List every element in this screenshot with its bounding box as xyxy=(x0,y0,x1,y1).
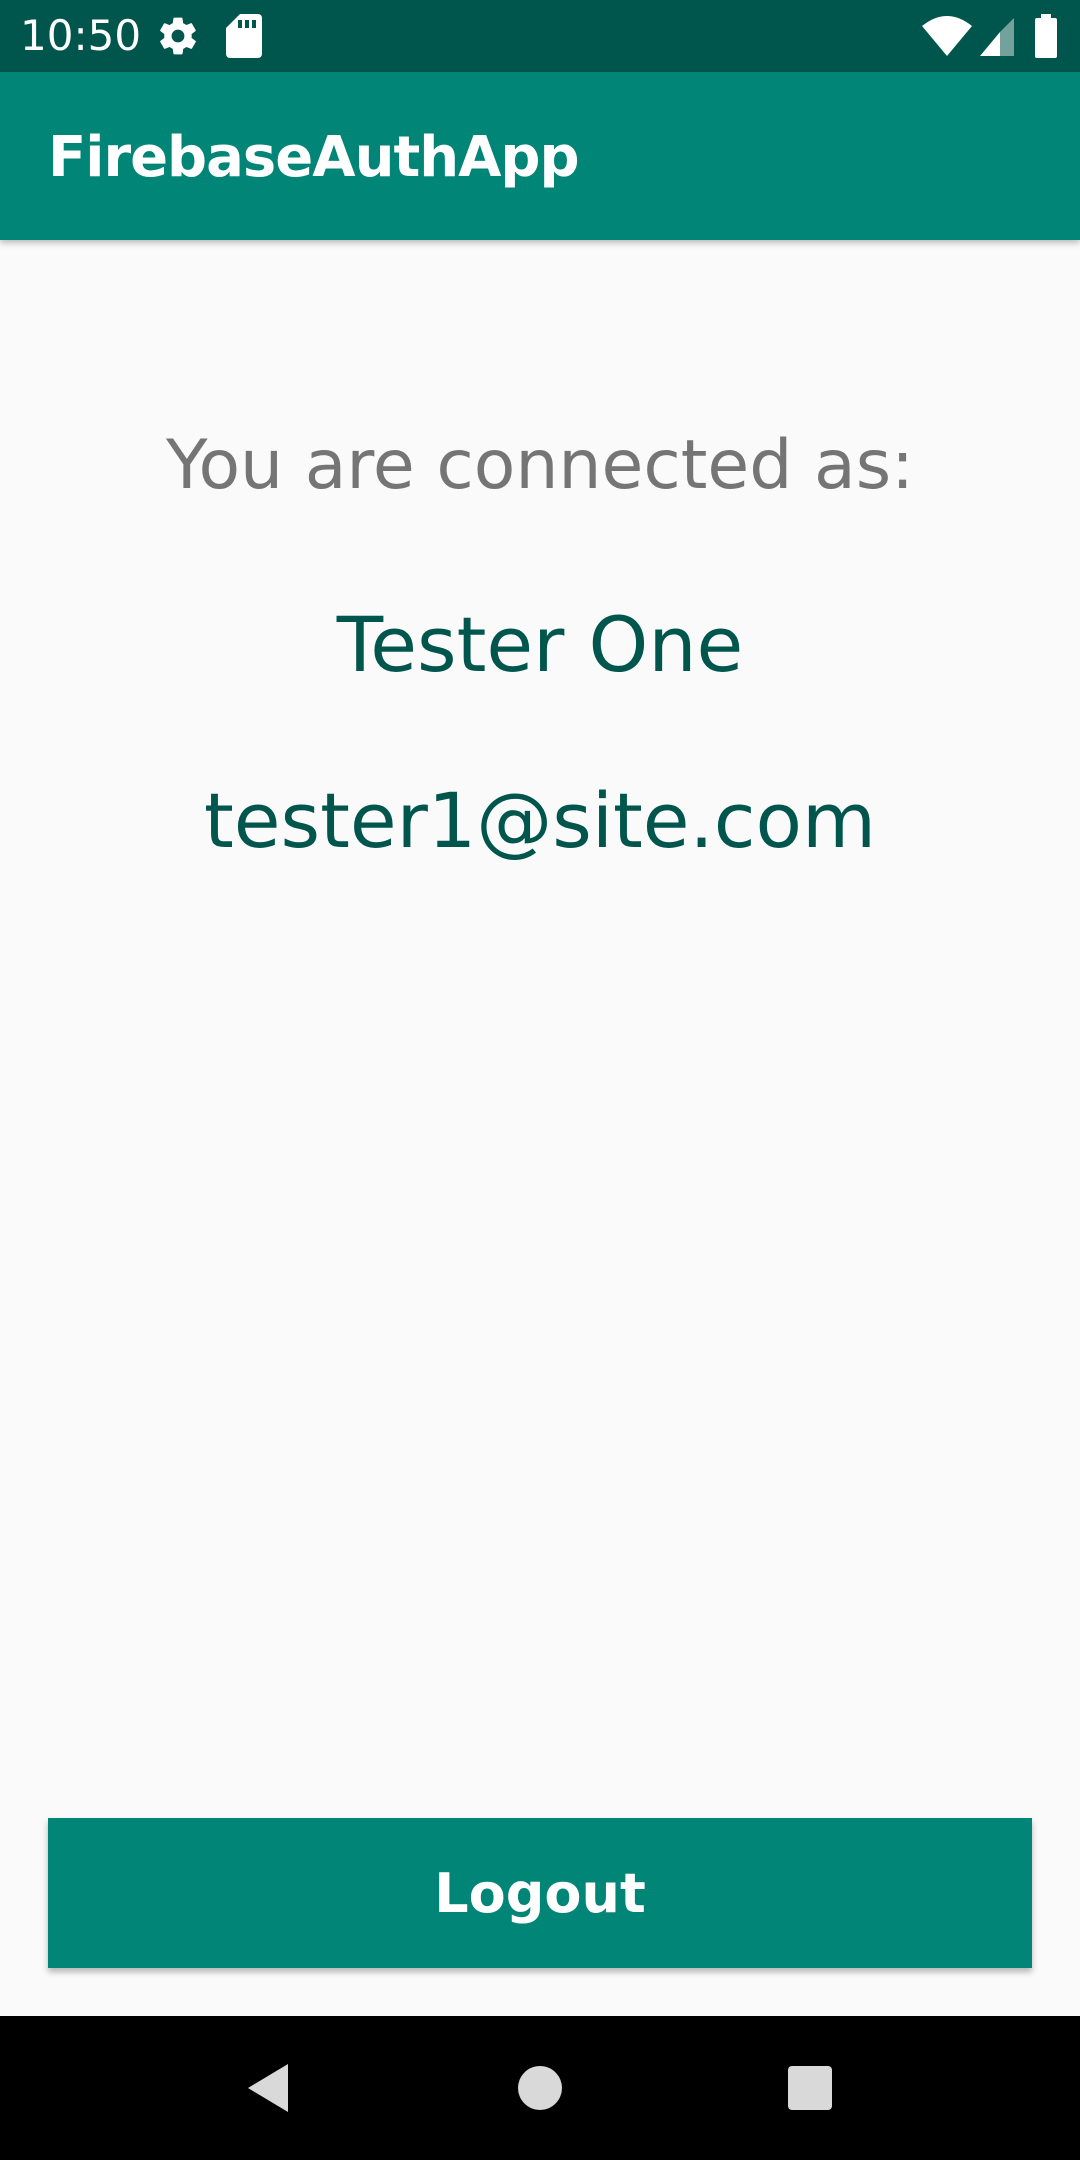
logout-button[interactable]: Logout xyxy=(48,1818,1032,1968)
navigation-bar xyxy=(0,2016,1080,2160)
back-icon[interactable] xyxy=(240,2058,300,2118)
user-name: Tester One xyxy=(336,600,744,689)
home-icon[interactable] xyxy=(510,2058,570,2118)
connected-label: You are connected as: xyxy=(165,426,915,505)
cell-signal-icon xyxy=(980,18,1014,56)
profile-panel: You are connected as: Tester One tester1… xyxy=(0,240,1080,2016)
recents-icon[interactable] xyxy=(780,2058,840,2118)
wifi-icon xyxy=(922,16,972,56)
gear-icon xyxy=(160,17,196,55)
battery-icon xyxy=(1035,14,1057,58)
user-email: tester1@site.com xyxy=(203,776,877,865)
status-time: 10:50 xyxy=(20,11,142,60)
app-bar: FirebaseAuthApp xyxy=(0,72,1080,240)
app-title: FirebaseAuthApp xyxy=(48,125,580,190)
status-bar: 10:50 xyxy=(0,0,1080,72)
sd-card-icon xyxy=(226,14,262,58)
